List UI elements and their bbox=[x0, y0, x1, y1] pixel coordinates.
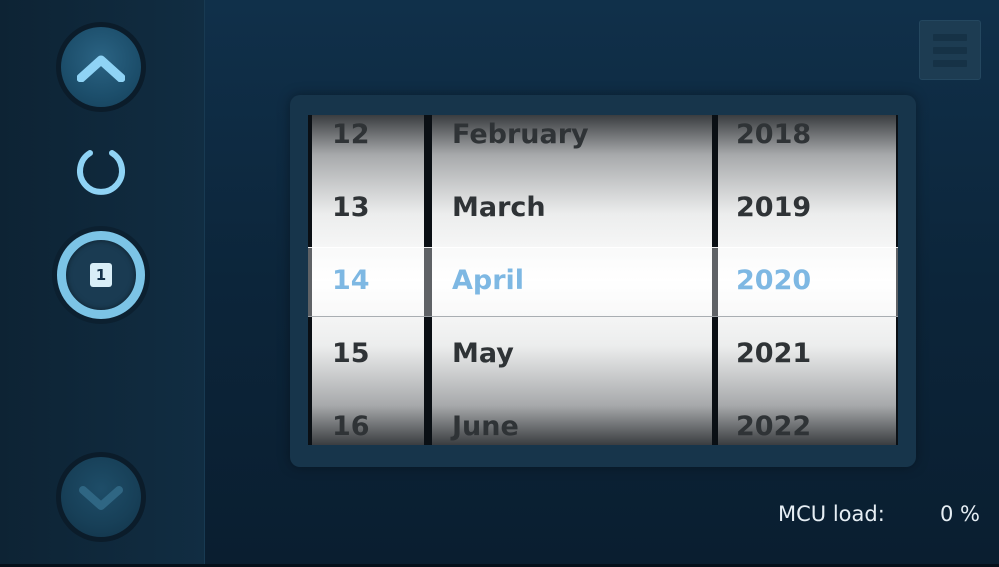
day-item[interactable]: 16 bbox=[312, 390, 424, 445]
mcu-load-status: MCU load: 0 % bbox=[778, 502, 988, 532]
day-item[interactable]: 15 bbox=[312, 317, 424, 390]
date-picker-wheels: 12 13 14 15 16 February March April May … bbox=[308, 115, 898, 445]
year-wheel[interactable]: 2018 2019 2020 2021 2022 bbox=[718, 115, 896, 445]
menu-button[interactable] bbox=[919, 20, 981, 80]
day-wheel[interactable]: 12 13 14 15 16 bbox=[312, 115, 424, 445]
year-item[interactable]: 2022 bbox=[718, 390, 896, 445]
month-item-selected[interactable]: April bbox=[432, 244, 712, 317]
page-number-icon: 1 bbox=[90, 263, 112, 287]
day-item[interactable]: 13 bbox=[312, 171, 424, 244]
hamburger-menu-icon bbox=[933, 33, 967, 41]
chevron-up-icon bbox=[77, 55, 125, 82]
mcu-load-value: 0 % bbox=[940, 502, 980, 526]
date-picker: 12 13 14 15 16 February March April May … bbox=[290, 95, 916, 467]
mcu-load-label: MCU load: bbox=[778, 502, 885, 526]
year-item[interactable]: 2019 bbox=[718, 171, 896, 244]
year-item[interactable]: 2021 bbox=[718, 317, 896, 390]
scroll-up-button[interactable] bbox=[56, 22, 146, 112]
month-item[interactable]: June bbox=[432, 390, 712, 445]
year-item-selected[interactable]: 2020 bbox=[718, 244, 896, 317]
day-item[interactable]: 12 bbox=[312, 115, 424, 171]
loading-spinner-icon bbox=[77, 150, 125, 195]
month-item[interactable]: February bbox=[432, 115, 712, 171]
year-item[interactable]: 2018 bbox=[718, 115, 896, 171]
sidebar: 1 bbox=[0, 0, 205, 567]
month-wheel[interactable]: February March April May June bbox=[432, 115, 712, 445]
month-item[interactable]: March bbox=[432, 171, 712, 244]
month-item[interactable]: May bbox=[432, 317, 712, 390]
day-item-selected[interactable]: 14 bbox=[312, 244, 424, 317]
scroll-down-button[interactable] bbox=[56, 452, 146, 542]
page-indicator[interactable]: 1 bbox=[52, 226, 150, 324]
chevron-down-icon bbox=[79, 486, 123, 510]
